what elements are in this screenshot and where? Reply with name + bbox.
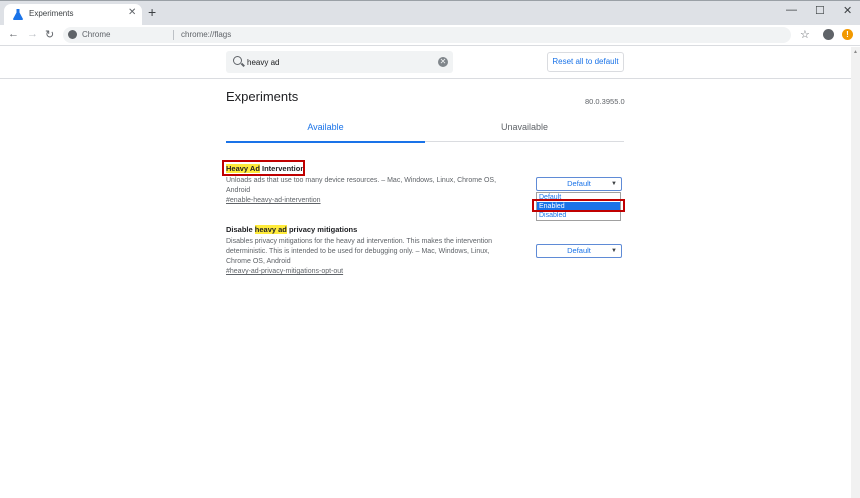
bookmark-star-icon[interactable]: ☆ — [800, 28, 810, 41]
minimize-button[interactable]: — — [786, 4, 797, 16]
forward-button[interactable]: → — [27, 28, 38, 40]
flag-permalink[interactable]: #enable-heavy-ad-intervention — [226, 197, 321, 204]
scrollbar[interactable] — [851, 47, 860, 498]
address-bar[interactable]: Chrome chrome://flags — [63, 27, 791, 43]
dropdown-arrow-icon: ▼ — [611, 181, 617, 187]
flag-description: Disables privacy mitigations for the hea… — [226, 237, 526, 267]
update-alert-icon[interactable]: ! — [842, 29, 853, 40]
browser-toolbar: ← → ↻ Chrome chrome://flags ☆ ! — [0, 25, 860, 46]
header-divider — [0, 78, 860, 79]
reset-all-button[interactable]: Reset all to default — [547, 52, 624, 72]
browser-tab-experiments[interactable]: Experiments ✕ — [4, 4, 142, 26]
search-container: ✕ — [226, 51, 453, 73]
annotation-box-enabled — [532, 199, 625, 212]
profile-avatar-icon[interactable] — [823, 29, 834, 40]
flag-title-text: Disable — [226, 225, 255, 234]
description-line: Disables privacy mitigations for the hea… — [226, 238, 493, 245]
tab-available[interactable]: Available — [226, 122, 425, 143]
select-value: Default — [567, 246, 591, 255]
flag-title-text: privacy mitigations — [286, 225, 358, 234]
site-chip: Chrome — [82, 30, 111, 39]
tab-strip: Experiments ✕ + — ☐ ✕ — [0, 0, 860, 26]
version-label: 80.0.3955.0 — [585, 97, 625, 106]
maximize-button[interactable]: ☐ — [815, 4, 825, 17]
page-title: Experiments — [226, 89, 299, 104]
option-disabled[interactable]: Disabled — [537, 211, 620, 220]
tab-title: Experiments — [29, 9, 74, 18]
flag-description: Unloads ads that use too many device res… — [226, 176, 526, 196]
select-value: Default — [567, 179, 591, 188]
description-line: Chrome OS, Android — [226, 258, 291, 265]
back-button[interactable]: ← — [8, 28, 19, 40]
close-window-button[interactable]: ✕ — [843, 4, 852, 17]
flag-select-heavy-ad-intervention[interactable]: Default ▼ — [536, 177, 622, 191]
search-highlight: heavy ad — [254, 225, 287, 234]
clear-search-icon[interactable]: ✕ — [438, 57, 448, 67]
tab-close-icon[interactable]: ✕ — [128, 7, 136, 18]
flag-select-heavy-ad-privacy[interactable]: Default ▼ — [536, 244, 622, 258]
search-icon — [233, 56, 242, 65]
active-tab-indicator — [226, 141, 425, 143]
description-line: Unloads ads that use too many device res… — [226, 177, 497, 184]
new-tab-button[interactable]: + — [148, 5, 156, 19]
annotation-box-title — [222, 160, 305, 176]
url-text: chrome://flags — [181, 30, 232, 39]
scroll-up-arrow-icon[interactable]: ▲ — [853, 49, 858, 55]
description-line: deterministic. This is intended to be us… — [226, 248, 490, 255]
flag-permalink[interactable]: #heavy-ad-privacy-mitigations-opt-out — [226, 268, 343, 275]
flask-icon — [13, 9, 23, 20]
dropdown-arrow-icon: ▼ — [611, 248, 617, 254]
reload-button[interactable]: ↻ — [45, 28, 54, 41]
description-line: Android — [226, 187, 251, 194]
omnibox-divider — [173, 30, 174, 40]
chrome-icon — [68, 30, 77, 39]
flag-title-heavy-ad-privacy: Disable heavy ad privacy mitigations — [226, 225, 357, 234]
tab-unavailable[interactable]: Unavailable — [425, 122, 624, 143]
search-input[interactable] — [247, 55, 427, 69]
